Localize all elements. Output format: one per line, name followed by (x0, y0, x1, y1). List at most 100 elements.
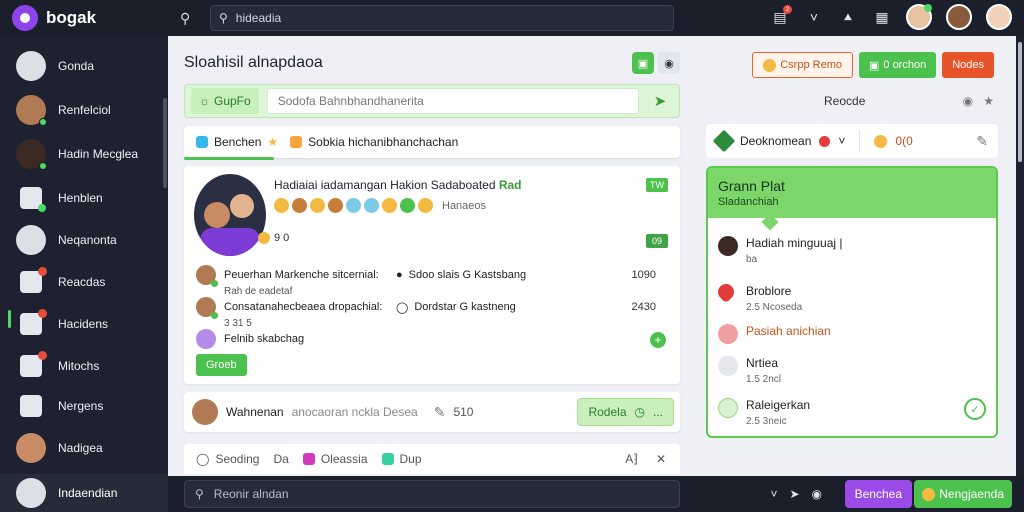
tabs: Benchen ★ Sobkia hichanibhanchachan (184, 126, 680, 160)
right-scrollbar[interactable] (1018, 42, 1022, 162)
poster-hint[interactable]: anocaoran nckla Desea (292, 405, 418, 419)
toolbar-item[interactable]: Dup (381, 452, 422, 466)
composer-tag-label: GupFo (214, 94, 251, 108)
composer: ☼ GupFo Sodofa Bahnbhandhanerita ➤ (184, 84, 680, 118)
toolbar-item[interactable]: ◯ Seoding (196, 452, 259, 466)
chevron-down-icon[interactable]: ˅ (770, 487, 777, 501)
sidebar-item-label: Gonda (58, 59, 95, 73)
poster-count: 510 (453, 405, 474, 419)
item-sub: 2.5 Ncoseda (746, 302, 803, 313)
main-content: Sloahisil alnapdaoa ▣ ◉ ☼ GupFo Sodofa B… (168, 36, 698, 476)
upload-icon[interactable]: ⯅ (838, 7, 858, 27)
nodes-button[interactable]: Nodes (942, 52, 994, 78)
list-item[interactable]: Raleigerkan 2.5 3neic (718, 396, 988, 436)
sidebar-item-label: Reacdas (58, 275, 106, 289)
toolbar-label: Seoding (215, 452, 260, 466)
list-item[interactable]: Hadiah minguuaj | ba (718, 234, 988, 274)
reaction-icon (382, 198, 397, 213)
info-card[interactable]: Deoknomean ˅ 0(0 ✎ (706, 124, 998, 158)
send-icon[interactable]: ➤ (647, 88, 673, 114)
clock-icon: ◷ (634, 405, 645, 419)
document-icon[interactable]: ▦ (872, 7, 892, 27)
main-action-button[interactable]: Nengjaenda (914, 480, 1012, 508)
panel-subtitle: Reocde (824, 94, 866, 108)
app-name: bogak (46, 8, 97, 27)
group-button[interactable]: Groeb (196, 354, 247, 376)
notifications-icon[interactable]: ▤ 2 (770, 5, 792, 27)
sidebar-item-nadigea[interactable]: Nadigea (0, 428, 164, 468)
divider (859, 130, 861, 152)
info-card-count: 0(0 (895, 134, 913, 148)
emoji-icon (718, 324, 738, 344)
item-title: Pasiah anichian (746, 324, 831, 338)
sidebar-item-reacdas[interactable]: Reacdas (0, 262, 164, 302)
list-item[interactable]: Nrtiea 1.5 2ncl (718, 354, 988, 394)
font-icon[interactable]: A⁆ (625, 452, 638, 466)
sidebar-item-neqanonta[interactable]: Neqanonta (0, 220, 164, 260)
active-tab-indicator (184, 157, 274, 160)
action-button[interactable]: ▣ 0 orchon (858, 52, 937, 78)
app-logo[interactable]: bogak (0, 5, 168, 31)
top-bar: bogak ⚲ ⚲ hideadia ▤ 2 ˅ ⯅ ▦ (0, 0, 1024, 36)
post-button[interactable]: Rodela ◷ ... (577, 398, 674, 426)
star-icon: ★ (267, 135, 279, 149)
right-actions: Csrpp Remo ▣ 0 orchon Nodes (752, 52, 994, 78)
inbox-icon (20, 309, 47, 335)
monitor-icon (20, 187, 46, 212)
sidebar-item-nergens[interactable]: Nergens (0, 386, 164, 426)
bottom-bar: ⚲ Reonir alndan ˅ ➤ ◉ Benchea Nengjaenda (168, 476, 1024, 512)
lock-icon[interactable]: ◉ (658, 52, 680, 74)
reaction-list[interactable]: Hanaeos (274, 198, 486, 213)
composer-tag-button[interactable]: ☼ GupFo (191, 88, 259, 114)
group-subtitle: Sladanchiah (718, 196, 779, 208)
avatar[interactable] (946, 4, 972, 30)
confirm-check-icon[interactable]: ✓ (964, 398, 986, 420)
toolbar-item[interactable]: Da (273, 452, 288, 466)
sidebar-item-mitochs[interactable]: Mitochs (0, 346, 164, 386)
emoji-icon (874, 134, 888, 148)
pointer-icon[interactable]: ➤ (789, 487, 799, 501)
record-icon[interactable]: ◉ (812, 487, 822, 501)
list-item[interactable]: Felnib skabchag (196, 328, 670, 350)
sidebar-item-label: Renfelciol (58, 103, 111, 117)
person-icon (16, 51, 46, 81)
list-item[interactable]: Broblore 2.5 Ncoseda (714, 280, 988, 322)
sidebar-item-hacidens[interactable]: Hacidens (0, 304, 164, 344)
sidebar-item-gonda[interactable]: Gonda (0, 46, 164, 86)
composer-input[interactable]: Sodofa Bahnbhandhanerita (266, 88, 639, 114)
current-user[interactable]: Indaendian (0, 474, 168, 512)
message-input[interactable]: ⚲ Reonir alndan (184, 480, 680, 508)
sidebar-scrollbar[interactable] (163, 98, 167, 188)
person-icon (16, 478, 46, 508)
sidebar-item-henblen[interactable]: Henblen (0, 178, 164, 218)
tab-benchen[interactable]: Benchen ★ (196, 135, 278, 149)
post-button-label: Rodela (588, 405, 627, 419)
sidebar-item-renfelciol[interactable]: Renfelciol (0, 90, 164, 130)
search-icon[interactable]: ⚲ (180, 10, 204, 27)
global-search-input[interactable]: ⚲ hideadia (210, 5, 674, 31)
attach-icon[interactable]: ✎ (976, 133, 988, 150)
star-icon[interactable]: ★ (983, 94, 994, 108)
feed-card: Hadiaiai iadamangan Hakion Sadaboated Ra… (184, 166, 680, 384)
item-sub: ba (746, 254, 758, 265)
sidebar-item-label: Nergens (58, 399, 104, 413)
poster-name: Wahnenan (226, 405, 284, 419)
tab-icon (290, 136, 303, 148)
item-title: Nrtiea (746, 356, 779, 370)
add-button[interactable]: ▣ (632, 52, 654, 74)
settings-icon[interactable]: ◉ (963, 94, 973, 108)
chevron-down-icon[interactable]: ˅ (804, 7, 824, 27)
avatar[interactable] (986, 4, 1012, 30)
sidebar-item-hadin[interactable]: Hadin Mecglea (0, 134, 164, 174)
pencil-icon[interactable]: ✎ (434, 404, 446, 421)
toolbar-item[interactable]: Oleassia (302, 452, 368, 466)
bench-button[interactable]: Benchea (844, 480, 912, 508)
close-icon[interactable]: ✕ (656, 452, 666, 466)
tab-sobkia[interactable]: Sobkia hichanibhanchachan (290, 135, 458, 149)
group-remove-button[interactable]: Csrpp Remo (752, 52, 853, 78)
group-card-header: Grann Plat Sladanchiah (708, 168, 996, 218)
add-icon[interactable]: + (650, 332, 666, 348)
avatar[interactable] (906, 4, 932, 30)
item-title: Broblore (746, 284, 792, 298)
reaction-count: Hanaeos (442, 199, 487, 212)
